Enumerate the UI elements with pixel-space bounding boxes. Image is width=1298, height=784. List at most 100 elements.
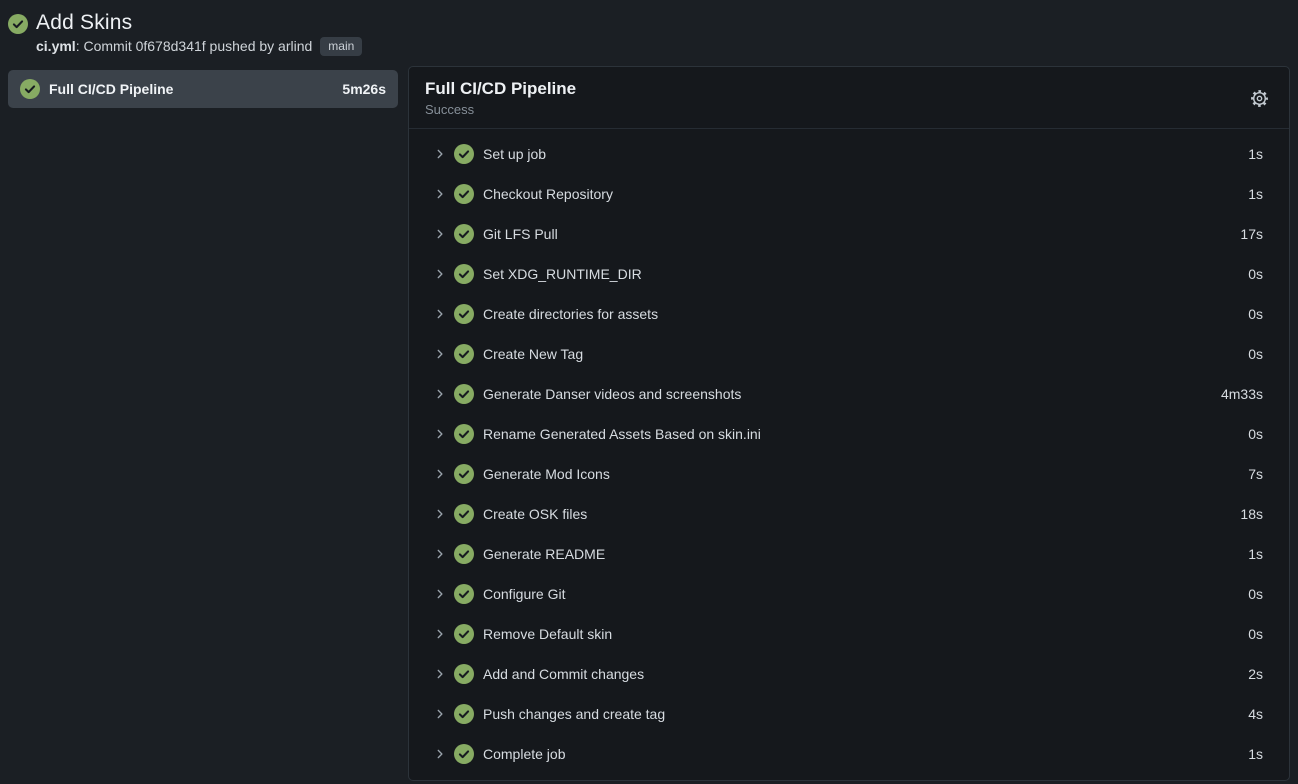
step-duration: 0s [1248, 586, 1263, 602]
step-name: Generate README [483, 546, 1240, 562]
step-row[interactable]: Git LFS Pull 17s [409, 214, 1289, 254]
success-check-icon [454, 504, 474, 524]
commit-text: : Commit 0f678d341f pushed by arlind [76, 37, 313, 56]
step-duration: 0s [1248, 626, 1263, 642]
step-duration: 17s [1240, 226, 1263, 242]
success-check-icon [454, 264, 474, 284]
chevron-right-icon[interactable] [433, 268, 447, 280]
chevron-right-icon[interactable] [433, 308, 447, 320]
chevron-right-icon[interactable] [433, 188, 447, 200]
step-name: Set up job [483, 146, 1240, 162]
run-header: Add Skins ci.yml: Commit 0f678d341f push… [8, 8, 1290, 56]
success-check-icon [20, 79, 40, 99]
step-row[interactable]: Push changes and create tag 4s [409, 694, 1289, 734]
chevron-right-icon[interactable] [433, 508, 447, 520]
step-name: Add and Commit changes [483, 666, 1240, 682]
step-row[interactable]: Generate README 1s [409, 534, 1289, 574]
job-name: Full CI/CD Pipeline [49, 81, 334, 97]
run-title: Add Skins [36, 10, 362, 35]
success-check-icon [454, 184, 474, 204]
step-name: Create OSK files [483, 506, 1232, 522]
job-detail-panel: Full CI/CD Pipeline Success [408, 66, 1290, 781]
jobs-sidebar: Full CI/CD Pipeline 5m26s [8, 66, 398, 108]
chevron-right-icon[interactable] [433, 668, 447, 680]
chevron-right-icon[interactable] [433, 428, 447, 440]
step-row[interactable]: Configure Git 0s [409, 574, 1289, 614]
commit-summary: ci.yml: Commit 0f678d341f pushed by arli… [36, 37, 362, 56]
step-name: Set XDG_RUNTIME_DIR [483, 266, 1240, 282]
success-check-icon [454, 704, 474, 724]
job-status-text: Success [425, 102, 576, 118]
step-row[interactable]: Complete job 1s [409, 734, 1289, 774]
step-duration: 0s [1248, 266, 1263, 282]
chevron-right-icon[interactable] [433, 228, 447, 240]
chevron-right-icon[interactable] [433, 748, 447, 760]
job-title: Full CI/CD Pipeline [425, 78, 576, 100]
step-name: Git LFS Pull [483, 226, 1232, 242]
step-duration: 4m33s [1221, 386, 1263, 402]
success-check-icon [454, 304, 474, 324]
success-check-icon [454, 224, 474, 244]
step-row[interactable]: Generate Danser videos and screenshots 4… [409, 374, 1289, 414]
step-duration: 1s [1248, 746, 1263, 762]
chevron-right-icon[interactable] [433, 628, 447, 640]
step-row[interactable]: Rename Generated Assets Based on skin.in… [409, 414, 1289, 454]
step-duration: 1s [1248, 146, 1263, 162]
chevron-right-icon[interactable] [433, 388, 447, 400]
chevron-right-icon[interactable] [433, 468, 447, 480]
step-name: Remove Default skin [483, 626, 1240, 642]
success-check-icon [454, 424, 474, 444]
step-row[interactable]: Set up job 1s [409, 134, 1289, 174]
chevron-right-icon[interactable] [433, 548, 447, 560]
success-check-icon [454, 624, 474, 644]
branch-badge[interactable]: main [320, 37, 362, 56]
step-row[interactable]: Remove Default skin 0s [409, 614, 1289, 654]
chevron-right-icon[interactable] [433, 348, 447, 360]
success-check-icon [454, 144, 474, 164]
step-duration: 0s [1248, 426, 1263, 442]
step-duration: 7s [1248, 466, 1263, 482]
step-row[interactable]: Add and Commit changes 2s [409, 654, 1289, 694]
step-name: Configure Git [483, 586, 1240, 602]
step-name: Generate Danser videos and screenshots [483, 386, 1213, 402]
step-duration: 1s [1248, 186, 1263, 202]
step-name: Checkout Repository [483, 186, 1240, 202]
gear-icon[interactable] [1245, 84, 1273, 112]
step-duration: 4s [1248, 706, 1263, 722]
job-list-item[interactable]: Full CI/CD Pipeline 5m26s [8, 70, 398, 108]
success-check-icon [454, 464, 474, 484]
step-row[interactable]: Create directories for assets 0s [409, 294, 1289, 334]
success-check-icon [454, 744, 474, 764]
step-row[interactable]: Checkout Repository 1s [409, 174, 1289, 214]
job-detail-header: Full CI/CD Pipeline Success [409, 67, 1289, 129]
success-check-icon [454, 664, 474, 684]
step-name: Push changes and create tag [483, 706, 1240, 722]
job-duration: 5m26s [342, 81, 386, 97]
step-name: Create directories for assets [483, 306, 1240, 322]
run-body: Full CI/CD Pipeline 5m26s Full CI/CD Pip… [8, 66, 1290, 781]
actions-run-page: Add Skins ci.yml: Commit 0f678d341f push… [0, 0, 1298, 784]
step-name: Generate Mod Icons [483, 466, 1240, 482]
success-check-icon [454, 344, 474, 364]
step-row[interactable]: Create New Tag 0s [409, 334, 1289, 374]
step-duration: 18s [1240, 506, 1263, 522]
step-duration: 2s [1248, 666, 1263, 682]
workflow-file-name: ci.yml [36, 37, 76, 56]
chevron-right-icon[interactable] [433, 588, 447, 600]
success-check-icon [454, 584, 474, 604]
step-duration: 1s [1248, 546, 1263, 562]
chevron-right-icon[interactable] [433, 148, 447, 160]
job-detail-titles: Full CI/CD Pipeline Success [425, 78, 576, 118]
step-name: Rename Generated Assets Based on skin.in… [483, 426, 1240, 442]
step-duration: 0s [1248, 306, 1263, 322]
step-name: Create New Tag [483, 346, 1240, 362]
step-name: Complete job [483, 746, 1240, 762]
step-row[interactable]: Set XDG_RUNTIME_DIR 0s [409, 254, 1289, 294]
success-check-icon [454, 544, 474, 564]
success-check-icon [8, 14, 28, 34]
step-duration: 0s [1248, 346, 1263, 362]
chevron-right-icon[interactable] [433, 708, 447, 720]
step-row[interactable]: Generate Mod Icons 7s [409, 454, 1289, 494]
steps-list: Set up job 1s Checkout Repository 1s Git… [409, 129, 1289, 780]
step-row[interactable]: Create OSK files 18s [409, 494, 1289, 534]
